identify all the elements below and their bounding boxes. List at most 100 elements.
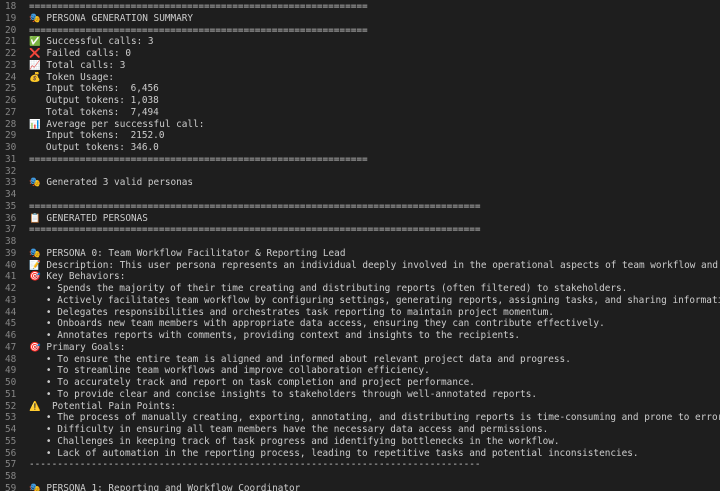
line-number: 30 <box>5 142 17 153</box>
terminal-line: 41 🎯 Key Behaviors: <box>0 271 720 283</box>
line-text: Output tokens: 1,038 <box>29 95 159 106</box>
line-text: 💰 Token Usage: <box>29 71 115 83</box>
line-text: • Actively facilitates team workflow by … <box>29 294 720 306</box>
line-number: 34 <box>5 189 17 200</box>
line-text: 🎭 Generated 3 valid personas <box>29 177 194 189</box>
line-text: ========================================… <box>29 24 368 36</box>
line-number: 18 <box>5 1 17 12</box>
terminal-line: 47 🎯 Primary Goals: <box>0 342 720 354</box>
line-text: • Challenges in keeping track of task pr… <box>29 435 560 447</box>
terminal-line: 36 📋 GENERATED PERSONAS <box>0 213 720 225</box>
line-text: ✅ Successful calls: 3 <box>29 36 154 48</box>
line-number: 24 <box>5 71 17 83</box>
line-text: ========================================… <box>29 200 481 212</box>
line-text: 📋 GENERATED PERSONAS <box>29 212 148 224</box>
line-number: 33 <box>5 177 17 189</box>
line-number: 47 <box>5 341 17 353</box>
terminal-line: 53 • The process of manually creating, e… <box>0 412 720 424</box>
line-text: • The process of manually creating, expo… <box>29 412 720 424</box>
terminal-line: 27 Total tokens: 7,494 <box>0 107 720 119</box>
line-number: 44 <box>5 306 17 318</box>
line-number: 20 <box>5 24 17 36</box>
line-number: 58 <box>5 471 17 482</box>
line-text: 📝 Description: This user persona represe… <box>29 259 720 271</box>
terminal-line: 57 --------------------------------------… <box>0 459 720 471</box>
terminal-line: 50 • To accurately track and report on t… <box>0 377 720 389</box>
terminal-line: 20 ======================================… <box>0 25 720 37</box>
line-number: 52 <box>5 400 17 412</box>
line-number: 50 <box>5 377 17 388</box>
line-text: ----------------------------------------… <box>29 459 481 471</box>
terminal-line: 45 • Onboards new team members with appr… <box>0 318 720 330</box>
terminal-line: 37 ======================================… <box>0 224 720 236</box>
line-text: Input tokens: 2152.0 <box>29 130 165 142</box>
line-number: 59 <box>5 482 17 491</box>
line-text: ⚠️ Potential Pain Points: <box>29 400 177 412</box>
line-number: 38 <box>5 236 17 247</box>
terminal-line: 59 🎭 PERSONA 1: Reporting and Workflow Co… <box>0 483 720 491</box>
terminal-line: 34 <box>0 189 720 201</box>
line-number: 28 <box>5 118 17 130</box>
line-number: 35 <box>5 200 17 212</box>
line-number: 53 <box>5 412 17 424</box>
line-text: ❌ Failed calls: 0 <box>29 48 131 59</box>
line-text: 🎭 PERSONA 1: Reporting and Workflow Coor… <box>29 482 301 491</box>
line-number: 21 <box>5 36 17 48</box>
terminal-line: 32 <box>0 166 720 178</box>
terminal-line: 52 ⚠️ Potential Pain Points: <box>0 401 720 413</box>
line-text: • Spends the majority of their time crea… <box>29 283 628 294</box>
line-text: ========================================… <box>29 224 481 236</box>
terminal-line: 26 Output tokens: 1,038 <box>0 95 720 107</box>
terminal-line: 25 Input tokens: 6,456 <box>0 83 720 95</box>
terminal-line: 24 💰 Token Usage: <box>0 72 720 84</box>
line-text: • Delegates responsibilities and orchest… <box>29 306 554 318</box>
line-text <box>28 236 720 248</box>
line-text <box>28 166 720 178</box>
line-number: 25 <box>5 83 17 95</box>
terminal-line: 28 📊 Average per successful call: <box>0 119 720 131</box>
line-number: 41 <box>5 271 17 283</box>
line-number: 46 <box>5 330 17 341</box>
terminal-line: 43 • Actively facilitates team workflow … <box>0 295 720 307</box>
line-text: • To provide clear and concise insights … <box>29 388 537 400</box>
line-number: 42 <box>5 283 17 294</box>
terminal-line: 44 • Delegates responsibilities and orch… <box>0 307 720 319</box>
terminal-line: 39 🎭 PERSONA 0: Team Workflow Facilitator… <box>0 248 720 260</box>
terminal-line: 31 ======================================… <box>0 154 720 166</box>
line-number: 40 <box>5 259 17 271</box>
terminal-line: 35 ======================================… <box>0 201 720 213</box>
line-text: 📈 Total calls: 3 <box>29 59 126 71</box>
terminal-line: 38 <box>0 236 720 248</box>
terminal-line: 22 ❌ Failed calls: 0 <box>0 48 720 60</box>
terminal-line: 21 ✅ Successful calls: 3 <box>0 36 720 48</box>
line-number: 31 <box>5 153 17 165</box>
line-number: 36 <box>5 212 17 224</box>
line-text: • To accurately track and report on task… <box>29 377 475 388</box>
line-text <box>28 471 720 483</box>
terminal-line: 54 • Difficulty in ensuring all team mem… <box>0 424 720 436</box>
line-text: • To ensure the entire team is aligned a… <box>29 353 571 365</box>
line-text: • Difficulty in ensuring all team member… <box>29 424 549 435</box>
line-number: 27 <box>5 106 17 118</box>
line-text: 🎭 PERSONA 0: Team Workflow Facilitator &… <box>29 247 346 259</box>
line-text <box>28 189 720 201</box>
terminal-line: 23 📈 Total calls: 3 <box>0 60 720 72</box>
line-number: 45 <box>5 318 17 330</box>
line-text: Input tokens: 6,456 <box>29 83 159 95</box>
line-text: ========================================… <box>29 153 368 165</box>
terminal-line: 55 • Challenges in keeping track of task… <box>0 436 720 448</box>
terminal-line: 33 🎭 Generated 3 valid personas <box>0 177 720 189</box>
line-number: 29 <box>5 130 17 142</box>
line-text: • To streamline team workflows and impro… <box>29 365 430 377</box>
line-text: 🎭 PERSONA GENERATION SUMMARY <box>29 12 194 24</box>
line-number: 26 <box>5 95 17 106</box>
line-text: 🎯 Primary Goals: <box>29 341 126 353</box>
line-number: 57 <box>5 459 17 471</box>
line-text: • Annotates reports with comments, provi… <box>29 330 521 341</box>
terminal-line: 56 • Lack of automation in the reporting… <box>0 448 720 460</box>
terminal-line: 49 • To streamline team workflows and im… <box>0 365 720 377</box>
line-text: ========================================… <box>29 1 368 12</box>
terminal-line: 18 ======================================… <box>0 1 720 13</box>
terminal-line: 48 • To ensure the entire team is aligne… <box>0 354 720 366</box>
line-text: Output tokens: 346.0 <box>29 142 159 153</box>
